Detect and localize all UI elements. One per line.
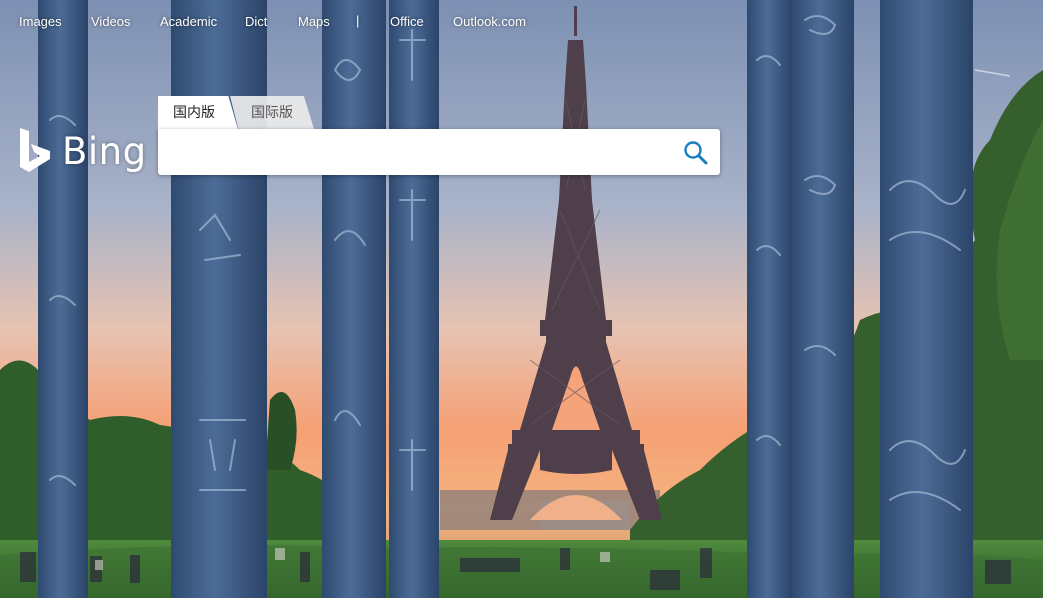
search-button[interactable] xyxy=(682,139,710,167)
search-icon xyxy=(684,141,708,165)
search-input[interactable] xyxy=(168,135,672,171)
bing-logo[interactable]: Bing xyxy=(18,126,146,176)
bing-homepage: Images Videos Academic Dict Maps | Offic… xyxy=(0,0,1043,598)
search-box xyxy=(158,129,720,175)
nav-separator: | xyxy=(356,13,360,28)
nav-dict-link[interactable]: Dict xyxy=(245,14,267,29)
nav-videos-link[interactable]: Videos xyxy=(91,14,131,29)
nav-academic-link[interactable]: Academic xyxy=(160,14,217,29)
tab-domestic[interactable]: 国内版 xyxy=(158,96,238,129)
nav-images-link[interactable]: Images xyxy=(19,14,62,29)
tab-international[interactable]: 国际版 xyxy=(230,96,314,129)
bing-logo-text: Bing xyxy=(62,130,147,173)
bing-logo-icon xyxy=(20,128,50,172)
tab-international-label: 国际版 xyxy=(251,104,293,120)
nav-maps-link[interactable]: Maps xyxy=(298,14,330,29)
nav-office-link[interactable]: Office xyxy=(390,14,424,29)
nav-outlook-link[interactable]: Outlook.com xyxy=(453,14,526,29)
top-navigation: Images Videos Academic Dict Maps | Offic… xyxy=(0,0,1043,42)
background-image xyxy=(0,0,1043,598)
tab-domestic-label: 国内版 xyxy=(173,104,215,120)
